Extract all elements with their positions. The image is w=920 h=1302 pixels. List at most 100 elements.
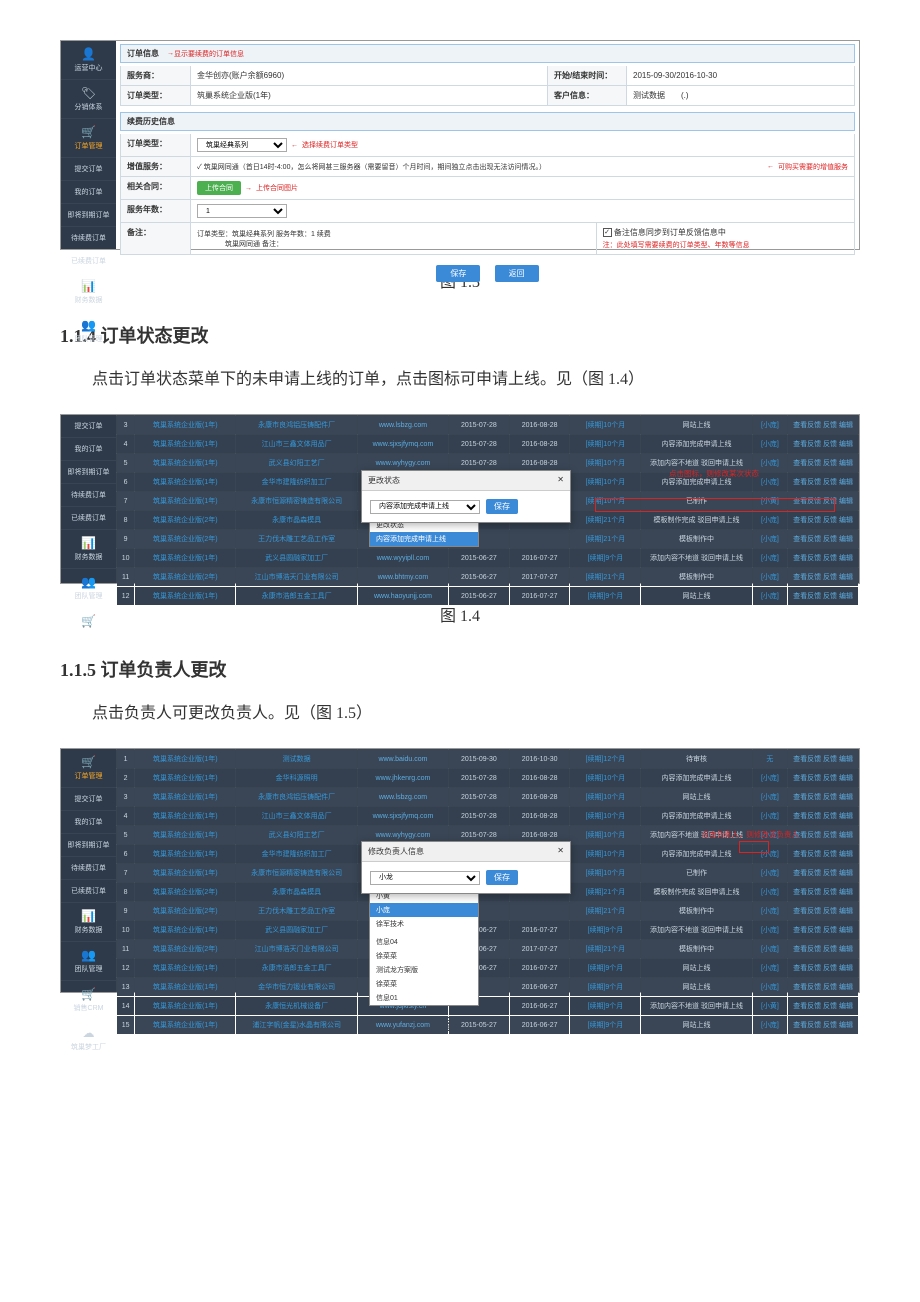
sidebar-crm[interactable]: 🛒销售CRM xyxy=(61,981,116,1020)
select-order-type[interactable]: 筑巢经典系列 xyxy=(197,138,287,152)
select-years[interactable]: 1 xyxy=(197,204,287,218)
edit-link[interactable]: 编辑 xyxy=(839,794,853,801)
sidebar-sub-pending[interactable]: 待续费订单 xyxy=(61,857,116,880)
feedback-link[interactable]: 反馈 xyxy=(823,908,837,915)
sidebar-cart[interactable]: 🛒 xyxy=(61,608,116,637)
view-feedback-link[interactable]: 查看反馈 xyxy=(793,775,821,782)
back-button[interactable]: 返回 xyxy=(495,265,539,282)
sidebar-sub-renewed[interactable]: 已续费订单 xyxy=(61,880,116,903)
upload-contract-button[interactable]: 上传合同 xyxy=(197,181,241,195)
sidebar-team[interactable]: 👥团队管理 xyxy=(61,942,116,981)
view-feedback-link[interactable]: 查看反馈 xyxy=(793,593,821,600)
close-icon[interactable]: ✕ xyxy=(557,475,564,486)
feedback-link[interactable]: 反馈 xyxy=(823,422,837,429)
edit-link[interactable]: 编辑 xyxy=(839,536,853,543)
feedback-link[interactable]: 反馈 xyxy=(823,498,837,505)
view-feedback-link[interactable]: 查看反馈 xyxy=(793,889,821,896)
edit-link[interactable]: 编辑 xyxy=(839,946,853,953)
view-feedback-link[interactable]: 查看反馈 xyxy=(793,517,821,524)
edit-link[interactable]: 编辑 xyxy=(839,965,853,972)
sidebar-sub-myorders[interactable]: 我的订单 xyxy=(61,811,116,834)
view-feedback-link[interactable]: 查看反馈 xyxy=(793,946,821,953)
view-feedback-link[interactable]: 查看反馈 xyxy=(793,574,821,581)
edit-link[interactable]: 编辑 xyxy=(839,756,853,763)
feedback-link[interactable]: 反馈 xyxy=(823,870,837,877)
sidebar-sub-pending[interactable]: 待续费订单 xyxy=(61,227,116,250)
sidebar-finance[interactable]: 📊财务数据 xyxy=(61,273,116,312)
view-feedback-link[interactable]: 查看反馈 xyxy=(793,832,821,839)
feedback-link[interactable]: 反馈 xyxy=(823,479,837,486)
view-feedback-link[interactable]: 查看反馈 xyxy=(793,813,821,820)
sidebar-sub-submit[interactable]: 提交订单 xyxy=(61,415,116,438)
view-feedback-link[interactable]: 查看反馈 xyxy=(793,908,821,915)
feedback-link[interactable]: 反馈 xyxy=(823,851,837,858)
edit-link[interactable]: 编辑 xyxy=(839,832,853,839)
feedback-link[interactable]: 反馈 xyxy=(823,460,837,467)
sidebar-orders[interactable]: 🛒订单管理 xyxy=(61,119,116,158)
edit-link[interactable]: 编辑 xyxy=(839,460,853,467)
sidebar-sub-myorders[interactable]: 我的订单 xyxy=(61,438,116,461)
feedback-link[interactable]: 反馈 xyxy=(823,927,837,934)
popup-save-button[interactable]: 保存 xyxy=(486,870,518,885)
sidebar-sub-expiring[interactable]: 即将到期订单 xyxy=(61,461,116,484)
feedback-link[interactable]: 反馈 xyxy=(823,832,837,839)
feedback-link[interactable]: 反馈 xyxy=(823,441,837,448)
edit-link[interactable]: 编辑 xyxy=(839,593,853,600)
edit-link[interactable]: 编辑 xyxy=(839,851,853,858)
edit-link[interactable]: 编辑 xyxy=(839,1022,853,1029)
edit-link[interactable]: 编辑 xyxy=(839,555,853,562)
select-status[interactable]: 内容添加完成申请上线 xyxy=(370,500,480,514)
edit-link[interactable]: 编辑 xyxy=(839,908,853,915)
feedback-link[interactable]: 反馈 xyxy=(823,889,837,896)
edit-link[interactable]: 编辑 xyxy=(839,870,853,877)
popup-save-button[interactable]: 保存 xyxy=(486,499,518,514)
feedback-link[interactable]: 反馈 xyxy=(823,574,837,581)
sidebar-dist[interactable]: 🏷分销体系 xyxy=(61,80,116,119)
view-feedback-link[interactable]: 查看反馈 xyxy=(793,851,821,858)
select-owner[interactable]: 小龙 xyxy=(370,871,480,885)
feedback-link[interactable]: 反馈 xyxy=(823,555,837,562)
feedback-link[interactable]: 反馈 xyxy=(823,946,837,953)
sidebar-orders[interactable]: 🛒订单管理 xyxy=(61,749,116,788)
feedback-link[interactable]: 反馈 xyxy=(823,536,837,543)
view-feedback-link[interactable]: 查看反馈 xyxy=(793,927,821,934)
sidebar-sub-submit[interactable]: 提交订单 xyxy=(61,788,116,811)
edit-link[interactable]: 编辑 xyxy=(839,927,853,934)
edit-link[interactable]: 编辑 xyxy=(839,574,853,581)
feedback-link[interactable]: 反馈 xyxy=(823,517,837,524)
feedback-link[interactable]: 反馈 xyxy=(823,813,837,820)
feedback-link[interactable]: 反馈 xyxy=(823,593,837,600)
sidebar-sub-expiring[interactable]: 即将到期订单 xyxy=(61,204,116,227)
sidebar-team[interactable]: 👥团队管理 xyxy=(61,312,116,351)
feedback-link[interactable]: 反馈 xyxy=(823,984,837,991)
edit-link[interactable]: 编辑 xyxy=(839,1003,853,1010)
close-icon[interactable]: ✕ xyxy=(557,846,564,857)
feedback-link[interactable]: 反馈 xyxy=(823,1022,837,1029)
edit-link[interactable]: 编辑 xyxy=(839,813,853,820)
feedback-link[interactable]: 反馈 xyxy=(823,1003,837,1010)
feedback-link[interactable]: 反馈 xyxy=(823,775,837,782)
edit-link[interactable]: 编辑 xyxy=(839,479,853,486)
view-feedback-link[interactable]: 查看反馈 xyxy=(793,536,821,543)
sidebar-sub-myorders[interactable]: 我的订单 xyxy=(61,181,116,204)
edit-link[interactable]: 编辑 xyxy=(839,441,853,448)
sidebar-factory[interactable]: ☁筑巢梦工厂 xyxy=(61,1020,116,1059)
sidebar-ops[interactable]: 👤运营中心 xyxy=(61,41,116,80)
feedback-link[interactable]: 反馈 xyxy=(823,756,837,763)
view-feedback-link[interactable]: 查看反馈 xyxy=(793,1003,821,1010)
sidebar-sub-expiring[interactable]: 即将到期订单 xyxy=(61,834,116,857)
edit-link[interactable]: 编辑 xyxy=(839,422,853,429)
sidebar-team[interactable]: 👥团队管理 xyxy=(61,569,116,608)
view-feedback-link[interactable]: 查看反馈 xyxy=(793,965,821,972)
feedback-link[interactable]: 反馈 xyxy=(823,965,837,972)
checkbox-sync-remark[interactable]: ✓ xyxy=(603,228,612,237)
sidebar-sub-renewed[interactable]: 已续费订单 xyxy=(61,507,116,530)
sidebar-finance[interactable]: 📊财务数据 xyxy=(61,530,116,569)
edit-link[interactable]: 编辑 xyxy=(839,775,853,782)
view-feedback-link[interactable]: 查看反馈 xyxy=(793,794,821,801)
edit-link[interactable]: 编辑 xyxy=(839,889,853,896)
view-feedback-link[interactable]: 查看反馈 xyxy=(793,1022,821,1029)
view-feedback-link[interactable]: 查看反馈 xyxy=(793,870,821,877)
view-feedback-link[interactable]: 查看反馈 xyxy=(793,555,821,562)
view-feedback-link[interactable]: 查看反馈 xyxy=(793,756,821,763)
